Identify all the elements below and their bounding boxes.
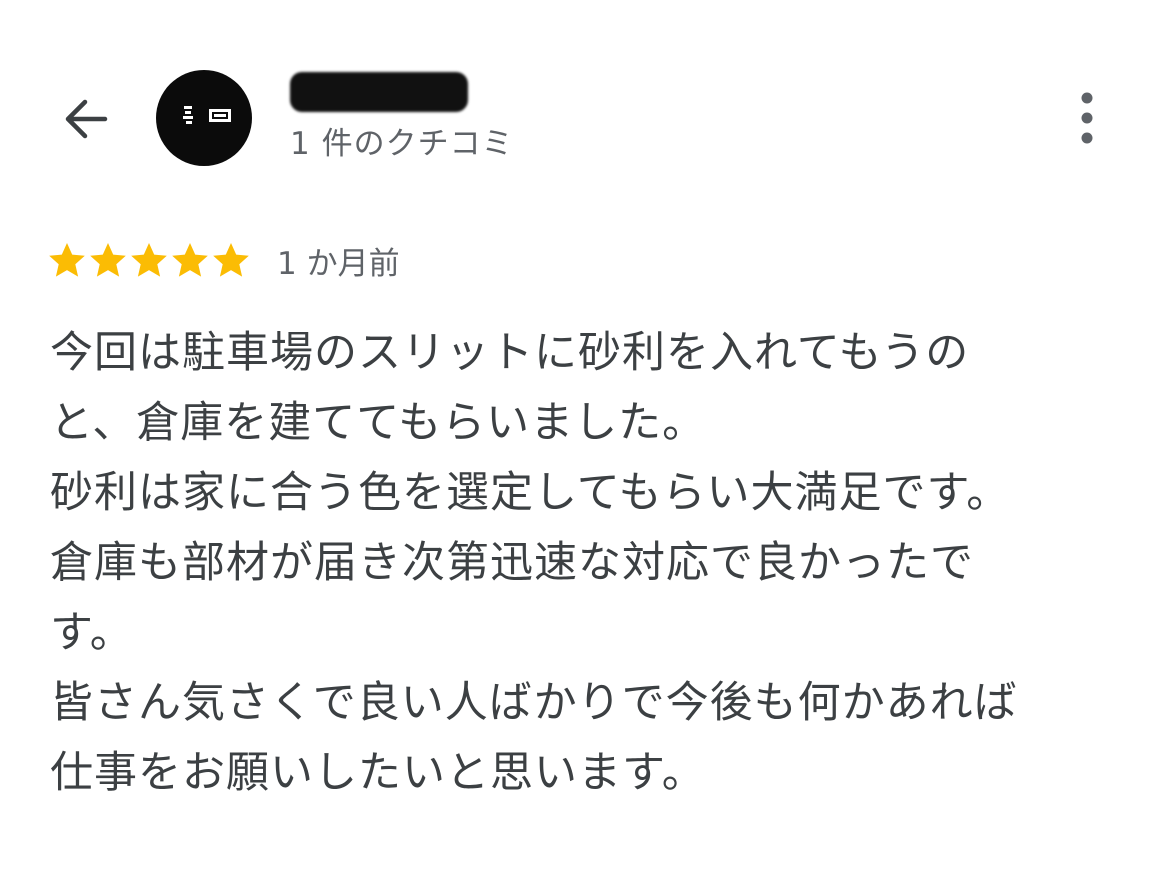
review-text-line: 砂利は家に合う色を選定してもらい大満足です。 [50,468,1011,518]
reviewer-name-redacted[interactable] [290,72,468,112]
star-icon [49,243,85,277]
review-text-line: 倉庫も部材が届き次第迅速な対応で良かったで [50,538,974,588]
star-rating [47,240,251,280]
review-text-line: 仕事をお願いしたいと思います。 [50,748,706,798]
review-text-line: 皆さん気さくで良い人ばかりで今後も何かあれば [50,678,1018,728]
arrow-back-icon [59,93,111,149]
more-vert-icon [1077,90,1097,150]
star-icon [90,243,126,277]
review-text-line: す。 [50,608,134,658]
star-icon [172,243,208,277]
reviewer-avatar[interactable] [156,70,252,166]
review-date: 1 か月前 [277,245,400,282]
review-text: 今回は駐車場のスリットに砂利を入れてもうの と、倉庫を建ててもらいました。砂利は家… [50,318,1130,808]
star-icon [131,243,167,277]
profile-avatar-icon [169,96,239,140]
review-text-line: 今回は駐車場のスリットに砂利を入れてもうの [50,328,970,378]
rating-row: 1 か月前 [47,236,400,284]
star-icon [213,243,249,277]
back-button[interactable] [54,90,116,152]
review-count: 1 件のクチコミ [290,126,514,162]
more-options-button[interactable] [1060,88,1114,152]
review-text-line: と、倉庫を建ててもらいました。 [50,398,707,448]
